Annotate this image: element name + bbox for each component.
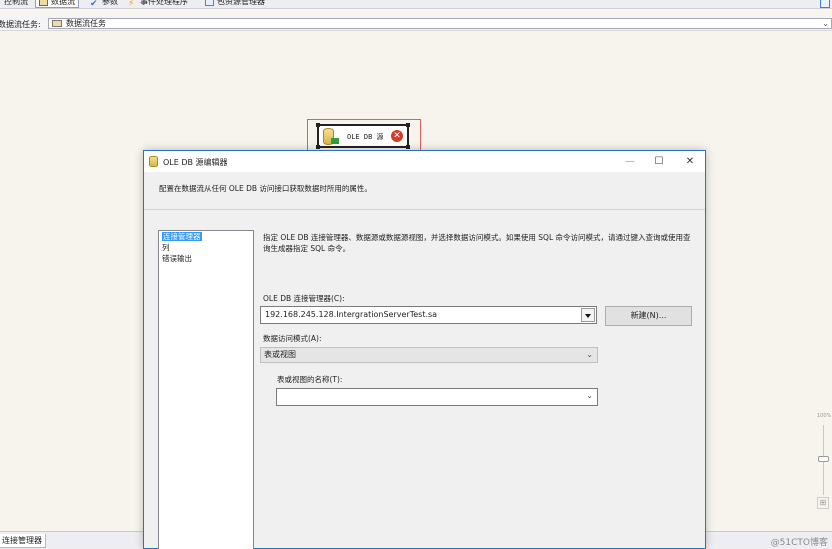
ole-db-source-editor-dialog: OLE DB 源编辑器 — ☐ ✕ 配置在数据流从任何 OLE DB 访问接口获…	[143, 150, 706, 549]
tab-dropdown-button[interactable]	[820, 0, 830, 8]
designer-tab-strip: 控制流 数据流 ✔ 参数 ⚡ 事件处理程序 包资源管理器	[0, 0, 832, 9]
tab-event-handlers-label: 事件处理程序	[140, 0, 188, 6]
task-selector-dropdown[interactable]: 数据流任务 ⌄	[48, 18, 832, 29]
minimize-button[interactable]: —	[622, 155, 638, 168]
watermark: @51CTO博客	[770, 538, 828, 548]
page-description: 指定 OLE DB 连接管理器、数据源或数据源视图，并选择数据访问模式。如果使用…	[263, 233, 691, 253]
table-name-label: 表或视图的名称(T):	[277, 375, 343, 384]
access-mode-dropdown[interactable]: 表或视图 ⌄	[260, 347, 598, 363]
maximize-button[interactable]: ☐	[651, 155, 667, 168]
package-icon	[205, 0, 214, 6]
dropdown-arrow-icon[interactable]	[581, 308, 595, 322]
chevron-down-icon: ⌄	[822, 19, 829, 28]
tab-data-flow[interactable]: 数据流	[35, 0, 79, 8]
nav-item-columns[interactable]: 列	[159, 242, 253, 253]
table-name-dropdown[interactable]: ⌄	[276, 388, 598, 406]
connection-manager-dropdown[interactable]: 192.168.245.128.IntergrationServerTest.s…	[260, 306, 597, 324]
nav-item-label: 列	[162, 243, 170, 252]
nav-item-error-output[interactable]: 错误输出	[159, 253, 253, 264]
task-selector-label: 数据流任务:	[0, 20, 41, 29]
tab-control-flow[interactable]: 控制流	[4, 0, 28, 8]
error-icon: ✕	[391, 130, 403, 142]
dialog-header-text: 配置在数据流从任何 OLE DB 访问接口获取数据时所用的属性。	[159, 184, 372, 193]
connection-manager-label: OLE DB 连接管理器(C):	[263, 294, 345, 303]
ole-db-source-component[interactable]: OLE DB 源 ✕	[307, 119, 421, 152]
fit-to-window-icon[interactable]: ⊞	[817, 497, 829, 509]
connection-managers-tab[interactable]: 连接管理器	[0, 534, 46, 548]
tab-package-explorer-label: 包资源管理器	[217, 0, 265, 6]
zoom-slider-thumb[interactable]	[818, 456, 829, 462]
zoom-level-label: 100%	[817, 413, 832, 419]
dialog-body: 配置在数据流从任何 OLE DB 访问接口获取数据时所用的属性。 连接管理器 列…	[144, 172, 705, 549]
tab-package-explorer[interactable]: 包资源管理器	[205, 0, 265, 8]
new-connection-button[interactable]: 新建(N)...	[605, 306, 692, 326]
task-selector-value: 数据流任务	[66, 19, 106, 28]
connection-managers-tab-label: 连接管理器	[2, 536, 42, 545]
tab-parameters-label: 参数	[102, 0, 118, 6]
resize-handle[interactable]	[406, 123, 410, 127]
data-flow-icon	[39, 0, 48, 6]
nav-item-label: 连接管理器	[162, 232, 202, 241]
chevron-down-icon: ⌄	[586, 391, 593, 400]
resize-handle[interactable]	[316, 123, 320, 127]
data-flow-task-icon	[52, 20, 62, 27]
close-button[interactable]: ✕	[682, 155, 698, 168]
divider	[144, 209, 705, 210]
lightning-icon: ⚡	[128, 0, 135, 9]
resize-handle[interactable]	[316, 145, 320, 149]
connection-manager-value: 192.168.245.128.IntergrationServerTest.s…	[265, 310, 438, 319]
resize-handle[interactable]	[406, 145, 410, 149]
access-mode-value: 表或视图	[264, 350, 296, 359]
nav-item-connection-manager[interactable]: 连接管理器	[159, 231, 253, 242]
tab-event-handlers[interactable]: ⚡ 事件处理程序	[128, 0, 188, 8]
tab-data-flow-label: 数据流	[51, 0, 75, 6]
task-selector-row: 数据流任务: 数据流任务 ⌄	[0, 16, 832, 31]
nav-item-label: 错误输出	[162, 254, 192, 263]
chevron-down-icon: ⌄	[586, 350, 593, 359]
dialog-titlebar[interactable]: OLE DB 源编辑器 — ☐ ✕	[144, 151, 705, 172]
tab-parameters[interactable]: ✔ 参数	[90, 0, 118, 8]
access-mode-label: 数据访问模式(A):	[263, 334, 322, 343]
database-icon	[149, 156, 158, 167]
zoom-control: 100% ⊞	[815, 413, 832, 513]
dialog-title: OLE DB 源编辑器	[163, 158, 228, 167]
editor-nav-list: 连接管理器 列 错误输出	[158, 230, 254, 549]
component-label: OLE DB 源	[347, 133, 384, 141]
checkmark-icon: ✔	[90, 0, 98, 9]
arrow-right-icon	[331, 138, 339, 144]
component-frame: OLE DB 源 ✕	[316, 123, 410, 149]
tab-control-flow-label: 控制流	[4, 0, 28, 6]
